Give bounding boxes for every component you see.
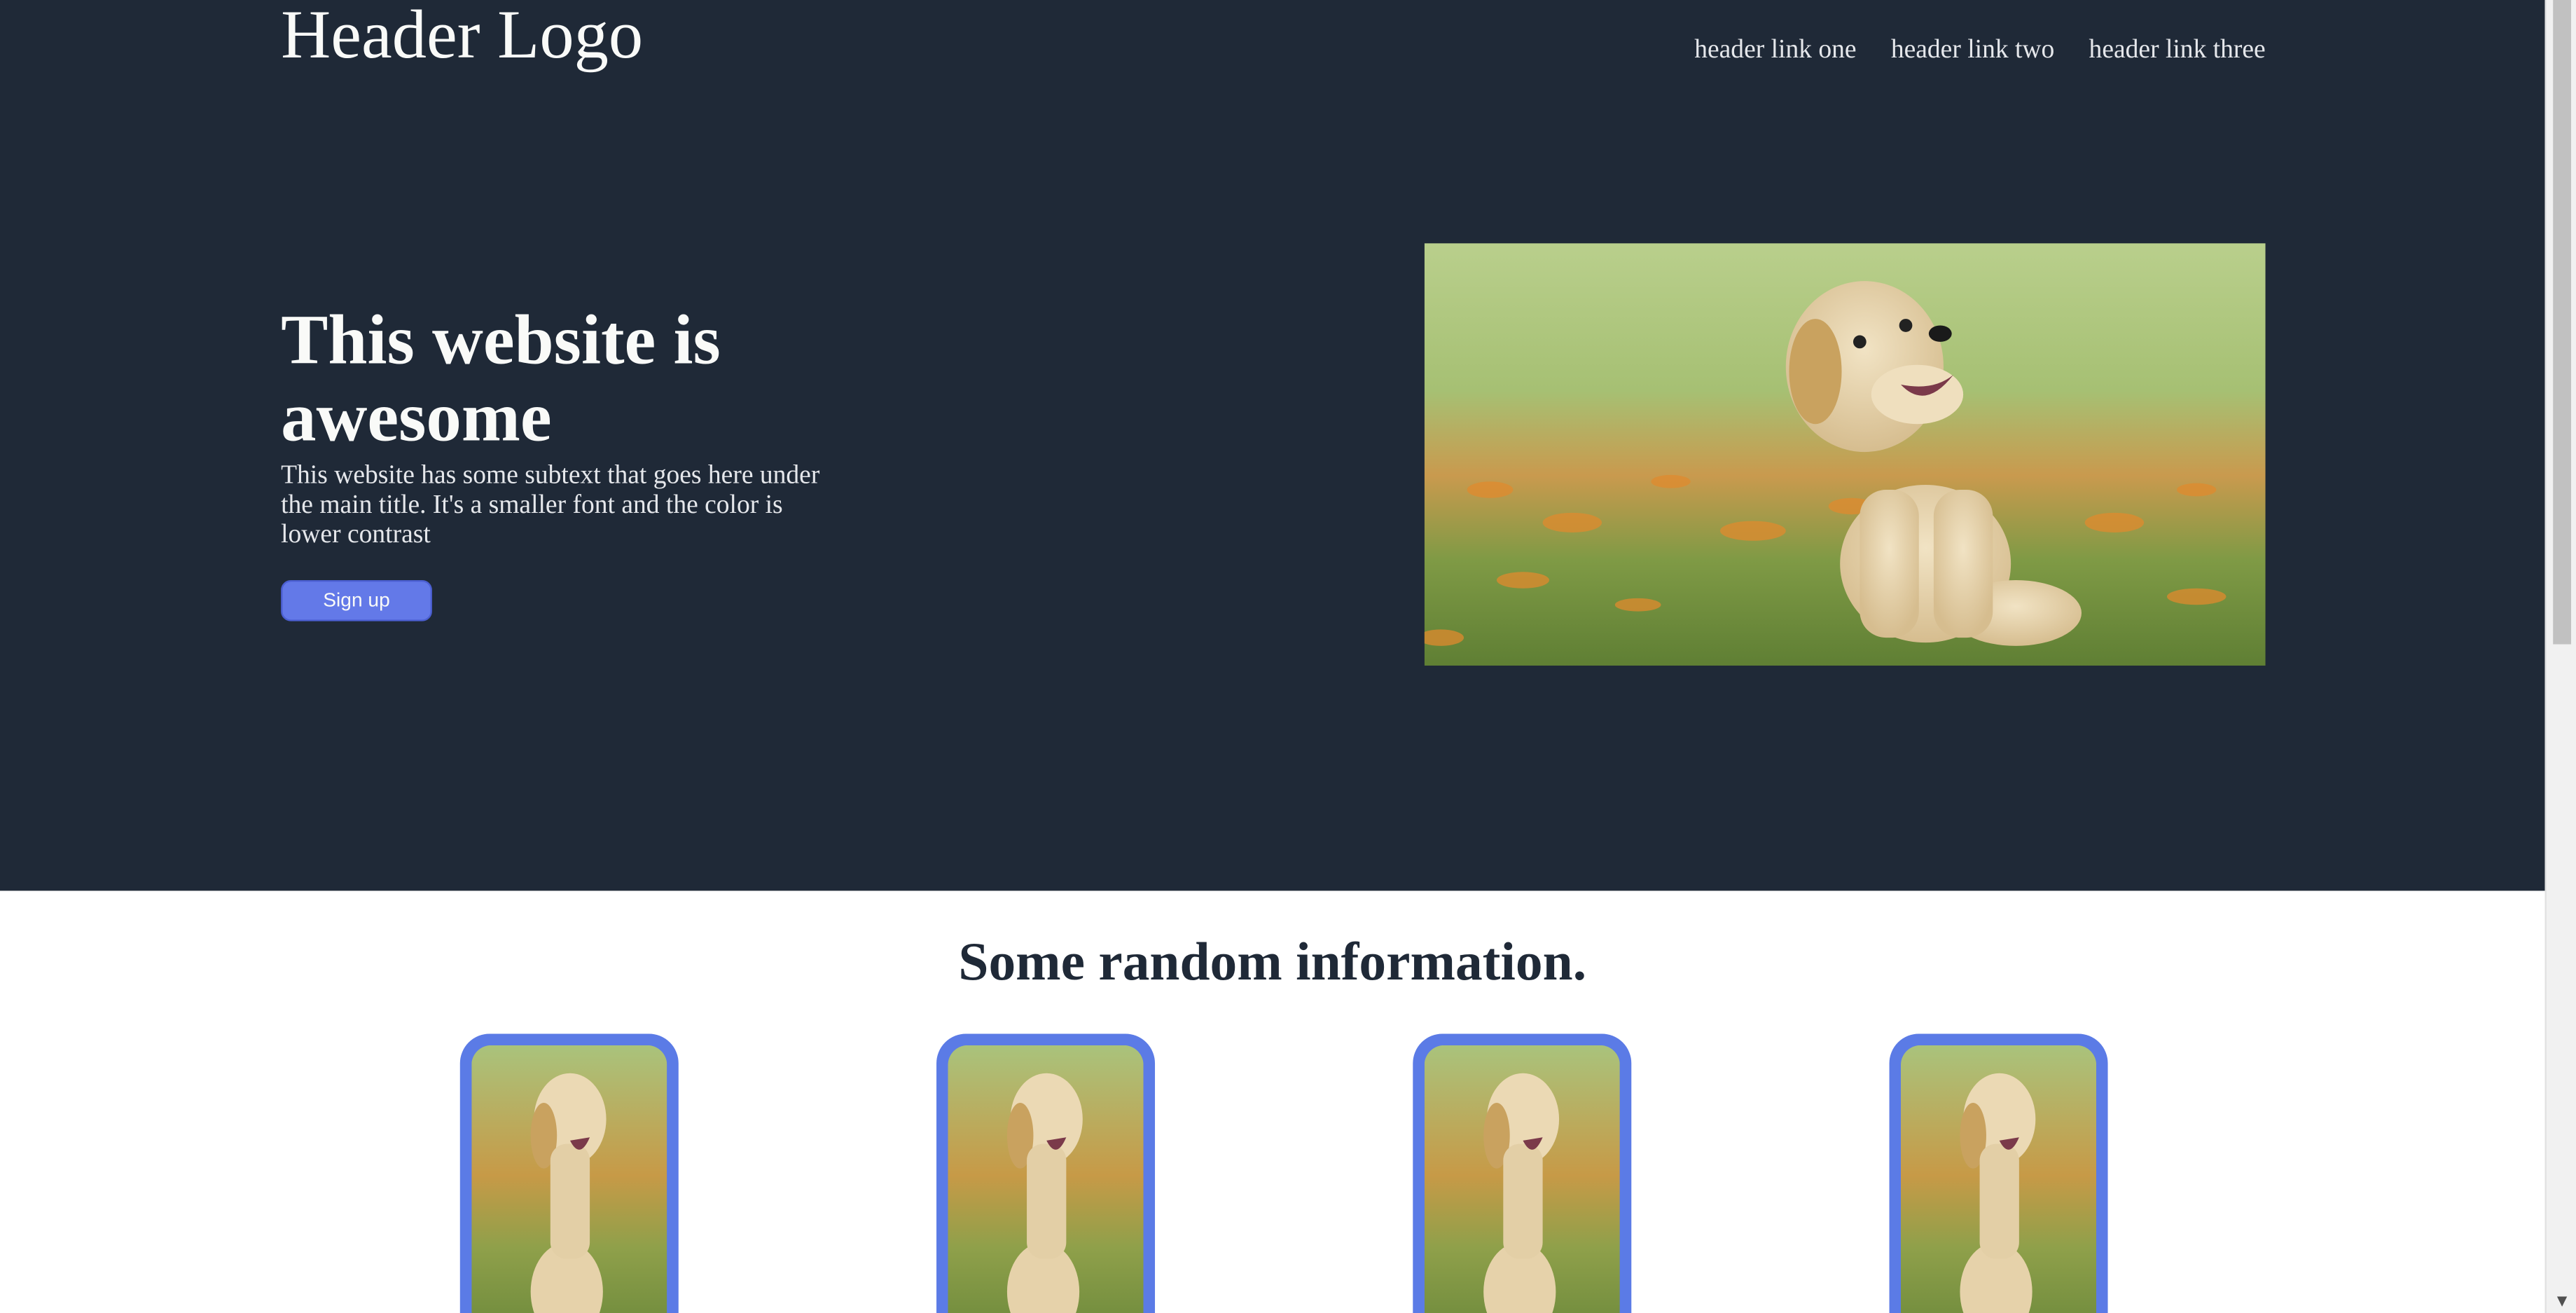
puppy-photo-icon (1424, 1045, 1620, 1313)
header-link-one[interactable]: header link one (1694, 33, 1856, 69)
hero-section: Header Logo header link one header link … (0, 0, 2545, 891)
info-card-4 (1889, 1033, 2108, 1313)
hero-subtext: This website has some subtext that goes … (281, 462, 820, 549)
info-card-3 (1413, 1033, 1632, 1313)
chevron-down-icon[interactable]: ▼ (2553, 1293, 2571, 1309)
hero-puppy-image (1424, 243, 2266, 666)
info-section-title: Some random information. (958, 933, 1587, 993)
card-puppy-image (471, 1045, 667, 1313)
card-puppy-image (1900, 1045, 2097, 1313)
puppy-photo-icon (1900, 1045, 2097, 1313)
header-link-two[interactable]: header link two (1891, 33, 2054, 69)
hero-text: This website is awesome This website has… (281, 303, 847, 551)
info-card-2 (936, 1033, 1156, 1313)
header-logo[interactable]: Header Logo (281, 0, 643, 76)
puppy-photo-icon (471, 1045, 667, 1313)
info-card-1 (459, 1033, 679, 1313)
puppy-photo-icon (1424, 243, 2266, 666)
header-link-three[interactable]: header link three (2089, 33, 2266, 69)
card-puppy-image (948, 1045, 1144, 1313)
hero-title: This website is awesome (281, 302, 721, 458)
card-puppy-image (1424, 1045, 1620, 1313)
page: Header Logo header link one header link … (0, 0, 2576, 1313)
vertical-scrollbar[interactable]: ▼ (2544, 0, 2576, 1313)
puppy-photo-icon (948, 1045, 1144, 1313)
scrollbar-thumb[interactable] (2553, 0, 2572, 645)
sign-up-button[interactable]: Sign up (281, 580, 432, 621)
header-nav: header link one header link two header l… (1694, 33, 2265, 69)
